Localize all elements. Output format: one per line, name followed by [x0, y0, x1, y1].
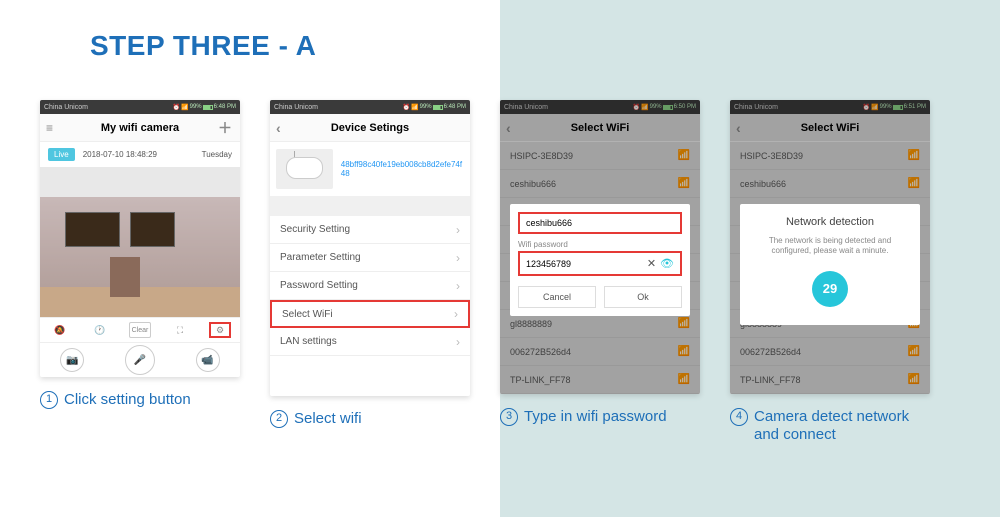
weekday: Tuesday — [202, 150, 232, 159]
chevron-right-icon: › — [454, 307, 458, 321]
battery-icon — [433, 105, 443, 110]
setting-row-security[interactable]: Security Setting› — [270, 216, 470, 244]
device-info-row[interactable]: 48bff98c40fe19eb008cb8d2efe74f48 — [270, 142, 470, 196]
dialog-title: Network detection — [750, 216, 910, 228]
password-input[interactable]: 123456789 ✕ 👁 — [518, 251, 682, 276]
back-icon[interactable]: ‹ — [276, 120, 281, 136]
caption-2: 2 Select wifi — [270, 410, 470, 428]
status-bar: China Unicom ⏰📶99% 6:48 PM — [40, 100, 240, 114]
camera-preview[interactable] — [40, 167, 240, 317]
ok-button[interactable]: Ok — [604, 286, 682, 308]
caption-3: 3 Type in wifi password — [500, 408, 700, 426]
toolbar-primary: 📷 🎤 📹 — [40, 343, 240, 377]
setting-row-lan[interactable]: LAN settings› — [270, 328, 470, 356]
wifi-password-dialog: ceshibu666 Wifi password 123456789 ✕ 👁 C… — [510, 204, 690, 316]
fullscreen-icon[interactable]: ⛶ — [169, 322, 191, 338]
network-detection-dialog: Network detection The network is being d… — [740, 204, 920, 325]
phone-screenshot-2: China Unicom ⏰📶99% 6:48 PM ‹ Device Seti… — [270, 100, 470, 396]
battery-icon — [203, 105, 213, 110]
clear-button[interactable]: Clear — [129, 322, 151, 338]
device-id: 48bff98c40fe19eb008cb8d2efe74f48 — [341, 160, 464, 178]
menu-icon[interactable]: ≡ — [46, 121, 53, 135]
wifi-signal-icon: 📶 — [181, 104, 188, 111]
live-badge: Live — [48, 148, 75, 161]
countdown-badge: 29 — [812, 271, 848, 307]
nav-title: My wifi camera — [101, 122, 179, 134]
nav-bar: ‹ Device Setings — [270, 114, 470, 142]
phone-screenshot-3: China Unicom ⏰📶99% 6:50 PM ‹ Select WiFi… — [500, 100, 700, 394]
chevron-right-icon: › — [456, 251, 460, 265]
camera-thumbnail — [276, 149, 333, 189]
ssid-input[interactable]: ceshibu666 — [518, 212, 682, 234]
password-label: Wifi password — [518, 240, 682, 249]
setting-row-parameter[interactable]: Parameter Setting› — [270, 244, 470, 272]
clock-icon[interactable]: 🕐 — [89, 322, 111, 338]
setting-row-password[interactable]: Password Setting› — [270, 272, 470, 300]
snapshot-button[interactable]: 📷 — [60, 348, 84, 372]
dialog-message: The network is being detected and config… — [750, 236, 910, 257]
phone-screenshot-1: China Unicom ⏰📶99% 6:48 PM ≡ My wifi cam… — [40, 100, 240, 377]
settings-icon[interactable]: ⚙ — [209, 322, 231, 338]
alarm-icon: ⏰ — [173, 104, 180, 111]
setting-row-wifi[interactable]: Select WiFi› — [270, 300, 470, 328]
chevron-right-icon: › — [456, 279, 460, 293]
page-title: STEP THREE - A — [90, 30, 316, 62]
nav-bar: ≡ My wifi camera ＋ — [40, 114, 240, 142]
toolbar-secondary: 🔕 🕐 Clear ⛶ ⚙ — [40, 317, 240, 343]
status-bar: China Unicom ⏰📶99% 6:48 PM — [270, 100, 470, 114]
mic-button[interactable]: 🎤 — [125, 345, 155, 375]
phone-screenshot-4: China Unicom ⏰📶99% 6:51 PM ‹ Select WiFi… — [730, 100, 930, 394]
mute-icon[interactable]: 🔕 — [49, 322, 71, 338]
clear-icon[interactable]: ✕ — [647, 257, 656, 270]
timestamp: 2018-07-10 18:48:29 — [83, 150, 157, 159]
eye-icon[interactable]: 👁 — [660, 257, 674, 270]
cancel-button[interactable]: Cancel — [518, 286, 596, 308]
chevron-right-icon: › — [456, 335, 460, 349]
chevron-right-icon: › — [456, 223, 460, 237]
nav-title: Device Setings — [331, 122, 409, 134]
add-icon[interactable]: ＋ — [218, 118, 232, 138]
caption-1: 1 Click setting button — [40, 391, 240, 409]
alarm-icon: ⏰ — [403, 104, 410, 111]
caption-4: 4 Camera detect network and connect — [730, 408, 930, 444]
wifi-signal-icon: 📶 — [411, 104, 418, 111]
record-button[interactable]: 📹 — [196, 348, 220, 372]
